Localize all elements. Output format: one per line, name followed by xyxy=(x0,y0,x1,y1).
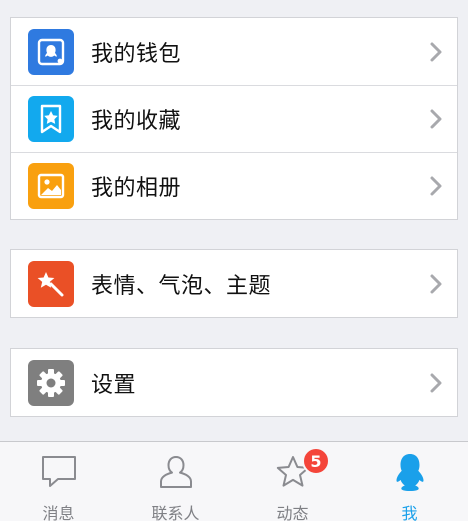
menu-item-label: 我的收藏 xyxy=(91,109,182,134)
magic-wand-icon xyxy=(28,260,74,307)
menu-item-album[interactable]: 我的相册 xyxy=(11,152,457,219)
tab-moments[interactable]: 5 动态 xyxy=(234,442,351,521)
menu-item-wallet[interactable]: 我的钱包 xyxy=(11,18,457,85)
me-screen: 我的钱包 我的收藏 我的相册 表情、气泡、主题 设置 消息 联系人 5 动态 我 xyxy=(0,0,468,521)
photo-album-icon xyxy=(28,163,74,209)
menu-item-label: 我的钱包 xyxy=(91,41,182,67)
person-icon xyxy=(159,456,192,488)
menu-group-personal: 我的钱包 我的收藏 我的相册 xyxy=(10,17,458,220)
chevron-right-icon xyxy=(430,274,442,293)
tab-label: 联系人 xyxy=(151,504,200,521)
menu-item-favorites[interactable]: 我的收藏 xyxy=(11,85,457,152)
bottom-tab-bar: 消息 联系人 5 动态 我 xyxy=(0,441,468,521)
tab-messages[interactable]: 消息 xyxy=(0,442,117,521)
tab-contacts[interactable]: 联系人 xyxy=(117,442,234,521)
menu-item-label: 设置 xyxy=(91,372,137,398)
favorites-star-icon xyxy=(28,96,74,142)
chevron-right-icon xyxy=(430,373,442,392)
wallet-icon xyxy=(28,28,74,75)
menu-group-appearance: 表情、气泡、主题 xyxy=(10,249,458,318)
menu-item-label: 我的相册 xyxy=(91,176,182,201)
menu-item-themes[interactable]: 表情、气泡、主题 xyxy=(11,250,457,317)
gear-icon xyxy=(28,359,74,406)
menu-item-settings[interactable]: 设置 xyxy=(11,349,457,416)
chevron-right-icon xyxy=(430,109,442,129)
chat-bubble-icon xyxy=(41,456,76,487)
notification-badge: 5 xyxy=(302,447,330,475)
penguin-icon xyxy=(396,454,423,491)
tab-label: 我 xyxy=(401,504,418,521)
tab-label: 消息 xyxy=(42,504,75,521)
menu-group-settings: 设置 xyxy=(10,348,458,417)
tab-label: 动态 xyxy=(276,504,309,521)
tab-me[interactable]: 我 xyxy=(351,442,468,521)
chevron-right-icon xyxy=(430,176,442,196)
menu-item-label: 表情、气泡、主题 xyxy=(91,273,272,299)
chevron-right-icon xyxy=(430,42,442,61)
